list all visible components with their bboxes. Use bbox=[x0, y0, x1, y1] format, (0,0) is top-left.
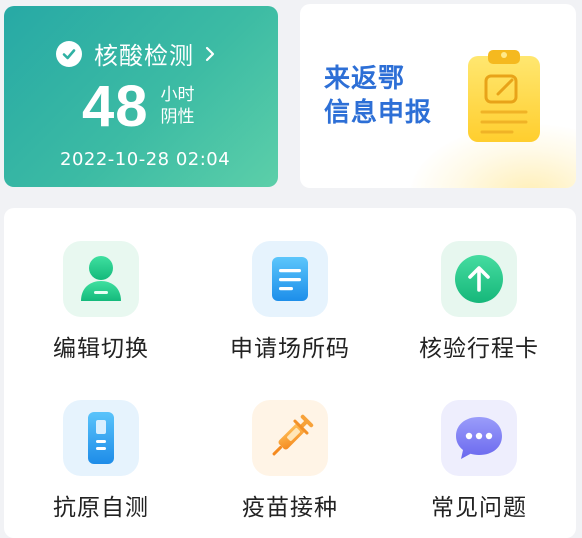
report-title: 来返鄂 信息申报 bbox=[324, 62, 432, 130]
service-label: 疫苗接种 bbox=[242, 495, 338, 521]
test-hours-detail: 小时 阴性 bbox=[161, 84, 195, 128]
person-icon bbox=[63, 241, 139, 317]
nucleic-test-card[interactable]: 核酸检测 48 小时 阴性 2022-10-28 02:04 bbox=[4, 6, 278, 187]
chat-bubble-icon bbox=[441, 400, 517, 476]
test-hours-row: 48 小时 阴性 bbox=[82, 78, 195, 136]
service-label: 申请场所码 bbox=[230, 336, 350, 362]
service-vaccination[interactable]: 疫苗接种 bbox=[200, 400, 380, 522]
nucleic-test-title-row[interactable]: 核酸检测 bbox=[56, 36, 216, 71]
service-antigen-self-test[interactable]: 抗原自测 bbox=[11, 400, 191, 522]
clipboard-icon bbox=[464, 46, 544, 150]
service-faq[interactable]: 常见问题 bbox=[389, 400, 569, 522]
service-label: 核验行程卡 bbox=[419, 336, 539, 362]
check-icon bbox=[56, 40, 82, 67]
arrow-up-icon bbox=[441, 241, 517, 317]
test-result: 阴性 bbox=[160, 107, 195, 127]
chevron-right-icon bbox=[204, 45, 216, 63]
service-verify-itinerary[interactable]: 核验行程卡 bbox=[389, 241, 569, 363]
test-hours-value: 48 bbox=[82, 74, 149, 139]
report-title-line1: 来返鄂 bbox=[324, 64, 406, 94]
syringe-icon bbox=[252, 400, 328, 476]
service-label: 抗原自测 bbox=[53, 495, 149, 521]
report-title-line2: 信息申报 bbox=[324, 98, 433, 128]
service-apply-place-code[interactable]: 申请场所码 bbox=[200, 241, 380, 363]
test-datetime: 2022-10-28 02:04 bbox=[60, 149, 231, 170]
test-hours-unit: 小时 bbox=[160, 85, 195, 105]
service-grid: 编辑切换 申请场所码 核验行程卡 抗原自测 疫苗接种 常见问题 bbox=[4, 208, 576, 538]
service-edit-switch[interactable]: 编辑切换 bbox=[11, 241, 191, 363]
service-label: 常见问题 bbox=[431, 495, 527, 521]
test-kit-icon bbox=[63, 400, 139, 476]
info-report-card[interactable]: 来返鄂 信息申报 bbox=[300, 4, 576, 188]
service-label: 编辑切换 bbox=[53, 336, 149, 362]
nucleic-test-title: 核酸检测 bbox=[94, 42, 194, 70]
document-icon bbox=[252, 241, 328, 317]
